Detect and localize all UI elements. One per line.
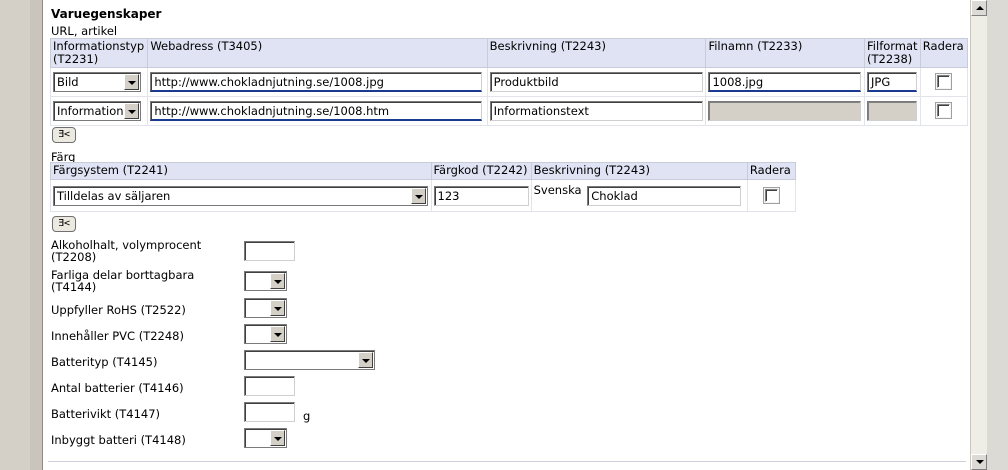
chevron-down-icon[interactable] [270, 430, 285, 446]
chevron-down-icon[interactable] [411, 187, 426, 204]
scroll-down-icon[interactable] [971, 454, 987, 470]
add-color-row-button[interactable]: Ǝ< [52, 216, 76, 232]
url-table: Informationstyp (T2231) Webadress (T3405… [49, 38, 969, 126]
delete-checkbox[interactable] [935, 73, 953, 90]
hazardous-removable-select[interactable] [244, 271, 287, 291]
chevron-down-icon[interactable] [270, 273, 285, 289]
rohs-label: Uppfyller RoHS (T2522) [51, 303, 186, 317]
chevron-down-icon[interactable] [124, 74, 139, 90]
chevron-down-icon[interactable] [358, 352, 373, 368]
left-gutter [0, 0, 31, 470]
delete-checkbox[interactable] [935, 102, 953, 119]
battery-weight-label: Batterivikt (T4147) [51, 407, 161, 421]
color-description-input[interactable]: Choklad [587, 185, 742, 206]
url-group-label: URL, artikel [51, 24, 118, 38]
table-row: Information http://www.chokladnjutning.s… [49, 96, 969, 126]
webaddress-input[interactable]: http://www.chokladnjutning.se/1008.jpg [150, 72, 483, 92]
info-type-select[interactable]: Information [53, 101, 141, 121]
pvc-select[interactable] [244, 324, 287, 344]
header-filename: Filnamn (T2233) [705, 38, 866, 68]
section-bottom-divider [48, 461, 966, 462]
alcohol-input[interactable] [244, 241, 295, 261]
description-input[interactable]: Produktbild [489, 72, 703, 92]
pvc-label: Innehåller PVC (T2248) [51, 329, 184, 343]
header-color-delete: Radera [746, 162, 797, 180]
header-color-description: Beskrivning (T2243) [530, 162, 748, 180]
header-description: Beskrivning (T2243) [486, 38, 707, 68]
language-label: Svenska [533, 182, 582, 197]
chevron-down-icon[interactable] [124, 103, 139, 119]
chevron-down-icon[interactable] [270, 300, 285, 316]
scroll-up-icon[interactable] [971, 0, 987, 16]
battery-count-label: Antal batterier (T4146) [51, 381, 184, 395]
color-table: Färgsystem (T2241) Färgkod (T2242) Beskr… [50, 162, 797, 212]
table-row: Tilldelas av säljaren 123 Svenska Chokla… [50, 179, 797, 212]
info-type-select[interactable]: Bild [53, 72, 141, 92]
battery-count-input[interactable] [244, 376, 295, 396]
filename-input [708, 101, 862, 121]
fileformat-input [867, 101, 918, 121]
description-input[interactable]: Informationstext [489, 101, 703, 121]
hazardous-removable-label: Farliga delar borttagbara (T4144) [51, 268, 195, 294]
section-title: Varuegenskaper [51, 7, 162, 21]
rohs-select[interactable] [244, 298, 287, 318]
header-color-system: Färgsystem (T2241) [50, 162, 432, 180]
header-info-type: Informationstyp (T2231) [49, 38, 149, 68]
header-delete: Radera [919, 38, 969, 68]
right-margin [987, 0, 1008, 470]
webaddress-input[interactable]: http://www.chokladnjutning.se/1008.htm [150, 101, 483, 121]
fileformat-input[interactable]: JPG [867, 72, 918, 92]
builtin-battery-select[interactable] [244, 428, 287, 448]
builtin-battery-label: Inbyggt batteri (T4148) [51, 433, 186, 447]
vertical-scrollbar[interactable] [970, 0, 987, 470]
checkbox-icon [937, 75, 951, 88]
color-code-input[interactable]: 123 [433, 185, 529, 206]
checkbox-icon [764, 188, 778, 202]
form-panel: Varuegenskaper URL, artikel Informations… [43, 0, 970, 470]
battery-type-select[interactable] [244, 350, 375, 370]
table-row: Bild http://www.chokladnjutning.se/1008.… [49, 67, 969, 97]
add-url-row-button[interactable]: Ǝ< [52, 127, 76, 143]
header-webaddress: Webadress (T3405) [147, 38, 488, 68]
filename-input[interactable]: 1008.jpg [708, 72, 862, 92]
battery-weight-unit: g [303, 409, 311, 423]
left-frame-strip [30, 0, 43, 470]
color-system-select[interactable]: Tilldelas av säljaren [53, 185, 428, 206]
checkbox-icon [937, 104, 951, 117]
delete-checkbox[interactable] [762, 186, 780, 204]
battery-weight-input[interactable] [244, 402, 295, 422]
alcohol-label: Alkoholhalt, volymprocent (T2208) [51, 238, 202, 264]
chevron-down-icon[interactable] [270, 326, 285, 342]
header-fileformat: Filformat (T2238) [864, 38, 921, 68]
header-color-code: Färgkod (T2242) [430, 162, 532, 180]
battery-type-label: Batterityp (T4145) [51, 355, 158, 369]
